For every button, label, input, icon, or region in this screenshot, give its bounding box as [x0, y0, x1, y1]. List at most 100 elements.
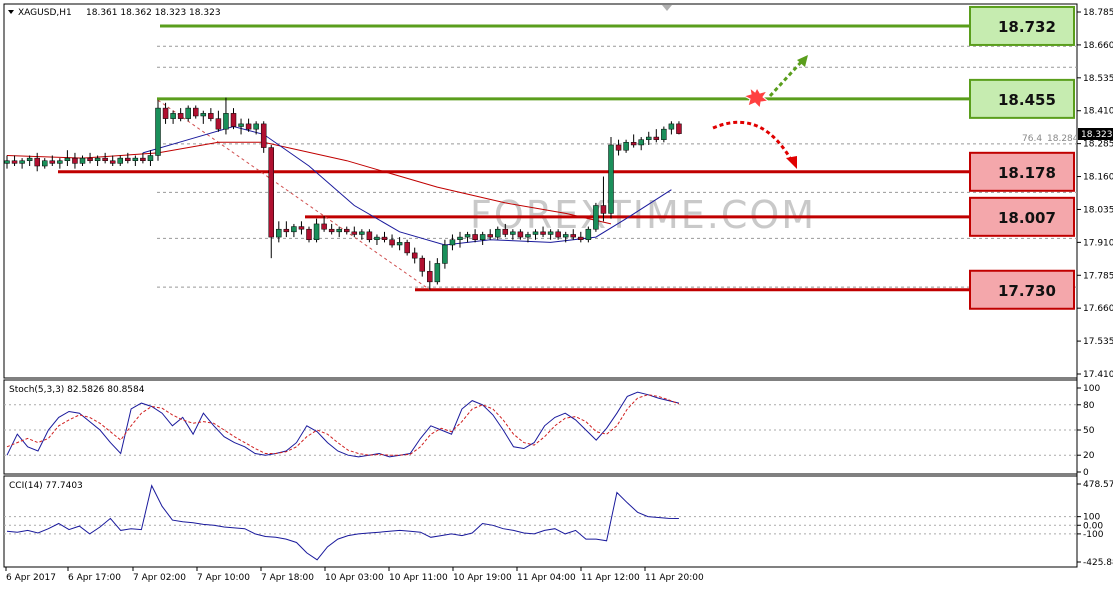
level-box-label: 18.178: [998, 164, 1056, 182]
candle-body: [608, 144, 614, 214]
candle-body: [374, 236, 380, 240]
candle-body: [253, 123, 259, 130]
candle-body: [532, 231, 539, 235]
candle-body: [570, 234, 576, 238]
candle-body: [457, 236, 463, 240]
chart-header: XAGUSD,H1 18.361 18.362 18.323 18.323: [8, 8, 221, 18]
candle-body: [638, 139, 644, 146]
candle-body: [427, 271, 433, 283]
x-tick-label: 10 Apr 03:00: [325, 573, 384, 583]
candle-body: [170, 113, 176, 119]
candle-body: [336, 228, 342, 233]
candle-body: [26, 157, 33, 161]
candle-body: [200, 113, 207, 117]
cci-header: CCI(14) 77.7403: [9, 481, 83, 491]
level-box-label: 17.730: [998, 282, 1056, 300]
y-tick-label: 80: [1083, 401, 1095, 411]
y-tick-label: 18.785: [1083, 8, 1113, 18]
candle-body: [396, 242, 403, 246]
candle-body: [155, 107, 161, 156]
candle-body: [72, 157, 78, 164]
y-tick-label: 17.410: [1083, 370, 1113, 380]
y-tick-label: 18.535: [1083, 74, 1113, 84]
candle-body: [298, 226, 305, 230]
x-tick-label: 11 Apr 04:00: [517, 573, 576, 583]
candle-body: [49, 160, 56, 164]
candle-body: [42, 160, 48, 167]
candle-body: [230, 113, 237, 127]
y-tick-label: -100: [1083, 530, 1104, 540]
x-tick-label: 7 Apr 02:00: [133, 573, 186, 583]
candle-body: [464, 234, 471, 238]
fib-level-label: 76.4: [1022, 134, 1042, 144]
candle-body: [411, 252, 418, 259]
candle-body: [366, 231, 373, 240]
candle-body: [313, 223, 320, 240]
candle-body: [283, 228, 290, 233]
current-price-text: 18.323: [1081, 130, 1113, 140]
level-box-label: 18.007: [998, 209, 1056, 227]
candle-body: [185, 107, 191, 119]
x-tick-label: 7 Apr 18:00: [261, 573, 314, 583]
x-tick-label: 10 Apr 11:00: [389, 573, 448, 583]
candle-body: [208, 113, 214, 119]
candle-body: [615, 144, 622, 151]
level-box-label: 18.455: [998, 91, 1056, 109]
candle-body: [328, 228, 335, 233]
candle-body: [223, 113, 229, 130]
candle-body: [359, 231, 365, 235]
x-tick-label: 11 Apr 20:00: [645, 573, 704, 583]
main-panel-frame: [3, 3, 1078, 379]
x-tick-label: 11 Apr 12:00: [581, 573, 640, 583]
candle-body: [268, 147, 274, 238]
candle-body: [64, 157, 71, 161]
candle-body: [94, 157, 101, 161]
cci-panel-frame: [3, 475, 1078, 568]
stoch-header: Stoch(5,3,3) 82.5826 80.8584: [9, 385, 145, 395]
y-tick-label: 18.285: [1083, 140, 1113, 150]
candle-body: [419, 257, 425, 272]
candle-body: [109, 160, 116, 164]
candle-body: [510, 231, 516, 235]
y-tick-label: 17.785: [1083, 271, 1113, 281]
x-tick-label: 10 Apr 19:00: [453, 573, 512, 583]
candle-body: [34, 157, 40, 167]
candle-body: [540, 231, 546, 235]
candle-body: [381, 236, 388, 240]
candle-body: [479, 234, 486, 240]
candle-body: [389, 239, 395, 246]
y-tick-label: 100: [1083, 384, 1100, 394]
candle-body: [525, 234, 531, 238]
y-tick-label: 0: [1083, 468, 1089, 478]
stoch-panel-frame: [3, 379, 1078, 475]
candle-body: [57, 160, 63, 164]
candle-body: [434, 263, 441, 283]
candle-body: [630, 142, 637, 146]
candle-body: [502, 228, 509, 235]
fib-price-label: 18.284: [1047, 134, 1079, 144]
y-tick-label: 17.535: [1083, 337, 1113, 347]
candle-body: [585, 228, 592, 240]
candle-body: [102, 157, 108, 161]
candle-body: [79, 157, 86, 164]
chart-canvas[interactable]: FOREXTIME.COM 18.732 18.455 18.178 18.007 17…: [0, 0, 1113, 588]
candle-body: [449, 239, 456, 246]
candle-body: [623, 142, 629, 151]
candle-body: [646, 136, 652, 140]
candle-body: [11, 160, 18, 164]
candle-body: [260, 123, 267, 148]
candle-body: [321, 223, 327, 230]
x-tick-label: 6 Apr 17:00: [68, 573, 121, 583]
y-tick-label: 18.160: [1083, 173, 1113, 183]
candle-body: [147, 155, 154, 161]
candle-body: [404, 242, 410, 254]
chart-window[interactable]: FOREXTIME.COM 18.732 18.455 18.178 18.007 17…: [0, 0, 1113, 588]
candle-body: [517, 231, 524, 238]
x-tick-label: 6 Apr 2017: [6, 573, 56, 583]
candle-body: [4, 160, 10, 164]
y-tick-label: 478.5773: [1083, 480, 1113, 490]
candle-body: [245, 123, 252, 130]
candle-body: [238, 123, 244, 127]
candle-body: [306, 228, 312, 240]
candle-body: [547, 231, 554, 235]
